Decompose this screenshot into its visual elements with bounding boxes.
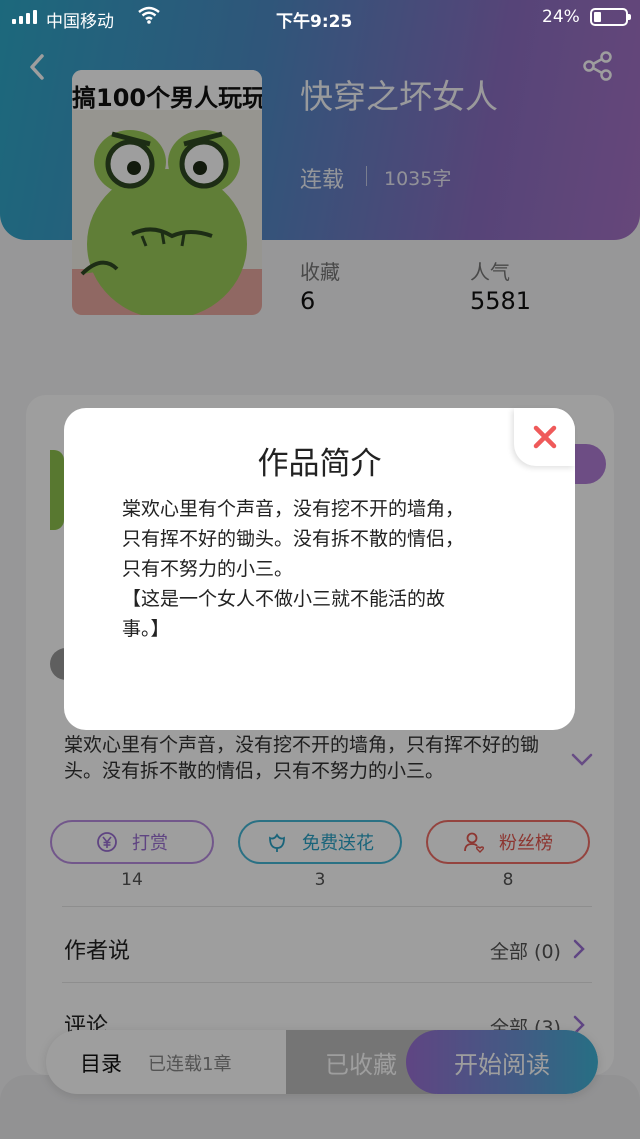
close-icon (533, 425, 556, 449)
modal-title: 作品简介 (257, 446, 382, 482)
carrier-name: 中国移动 (46, 12, 114, 32)
clock: 下午9:25 (276, 12, 353, 32)
wifi-icon (138, 6, 160, 24)
battery-icon (590, 8, 631, 26)
signal-icon (12, 10, 37, 24)
synopsis-text: 棠欢心里有个声音，没有挖不开的墙角， 只有挥不好的锄头。没有拆不散的情侣， 只有… (122, 498, 465, 640)
synopsis-modal: 作品简介 棠欢心里有个声音，没有挖不开的墙角， 只有挥不好的锄头。没有拆不散的情… (64, 408, 575, 730)
battery-percent: 24% (542, 7, 580, 27)
close-button[interactable] (514, 408, 575, 466)
modal-body: 棠欢心里有个声音，没有挖不开的墙角， 只有挥不好的锄头。没有拆不散的情侣， 只有… (122, 494, 502, 644)
status-bar: 中国移动 下午9:25 24% (0, 0, 640, 36)
